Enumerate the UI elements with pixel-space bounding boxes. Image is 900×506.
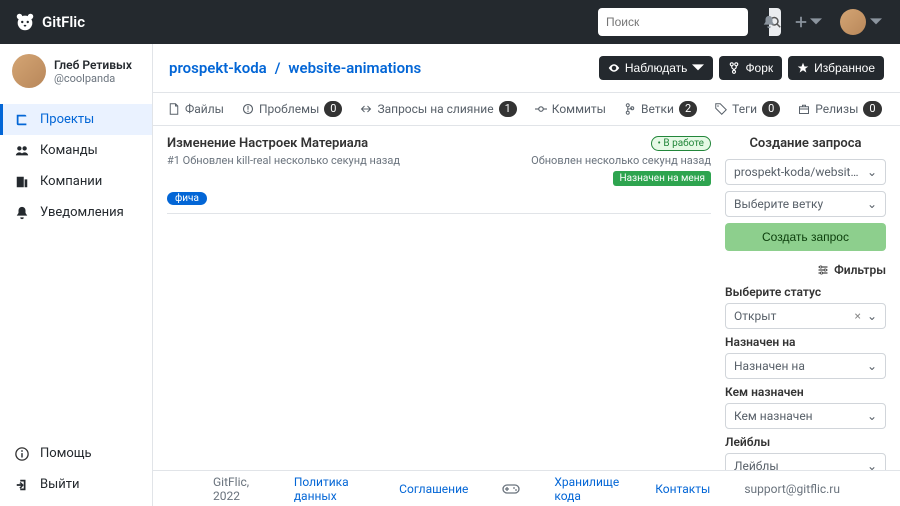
bear-icon	[14, 11, 36, 33]
tab-wiki[interactable]: Вики	[891, 93, 900, 125]
search-box	[598, 8, 748, 36]
create-request-button[interactable]: Создать запрос	[725, 223, 886, 251]
chevron-down-icon: ⌄	[867, 309, 877, 323]
issue-label: фича	[167, 192, 207, 205]
user-box[interactable]: Глеб Ретивых @coolpanda	[0, 44, 152, 98]
status-select[interactable]: Открыт×⌄	[725, 303, 886, 329]
footer: GitFlic, 2022 Политика данных Соглашение…	[153, 470, 900, 506]
clear-icon[interactable]: ×	[855, 309, 861, 323]
issue-updated: Обновлен несколько секунд назад	[531, 154, 711, 167]
sidebar: Глеб Ретивых @coolpanda Проекты Команды …	[0, 44, 153, 506]
chevron-down-icon: ⌄	[867, 165, 877, 179]
breadcrumb-separator: /	[275, 59, 281, 77]
tab-commits[interactable]: Коммиты	[526, 93, 615, 125]
chevron-down-icon: ⌄	[867, 359, 877, 373]
main-area: prospekt-koda / website-animations Наблю…	[153, 44, 900, 506]
issue-item[interactable]: Изменение Настроек Материала • В работе …	[167, 136, 711, 214]
breadcrumb-owner[interactable]: prospekt-koda	[169, 59, 267, 77]
repo-tabs: Файлы Проблемы0 Запросы на слияние1 Комм…	[153, 92, 900, 126]
tab-files[interactable]: Файлы	[159, 93, 233, 125]
book-icon	[14, 113, 30, 127]
sidebar-item-projects[interactable]: Проекты	[0, 104, 152, 135]
tab-branches[interactable]: Ветки2	[615, 93, 706, 125]
chevron-down-icon: ⌄	[867, 197, 877, 211]
status-badge: • В работе	[651, 136, 711, 151]
notifications-icon[interactable]	[758, 11, 780, 33]
assigned-to-select[interactable]: Назначен на⌄	[725, 353, 886, 379]
tab-releases[interactable]: Релизы0	[789, 93, 890, 125]
footer-support: support@gitflic.ru	[744, 482, 840, 496]
sidebar-item-label: Помощь	[40, 446, 92, 461]
tab-issues[interactable]: Проблемы0	[233, 93, 352, 125]
sidebar-item-logout[interactable]: Выйти	[0, 469, 152, 500]
assigned-to-label: Назначен на	[725, 335, 886, 349]
add-menu[interactable]	[790, 11, 826, 33]
sidebar-item-label: Проекты	[40, 112, 94, 127]
footer-copyright: GitFlic, 2022	[213, 475, 260, 503]
filter-icon	[817, 264, 829, 276]
sidebar-item-label: Выйти	[40, 477, 79, 492]
sidebar-item-companies[interactable]: Компании	[0, 166, 152, 197]
watch-button[interactable]: Наблюдать	[599, 56, 714, 80]
fork-icon	[728, 62, 740, 74]
footer-storage[interactable]: Хранилище кода	[554, 475, 621, 503]
issue-meta: #1 Обновлен kill-real несколько секунд н…	[167, 154, 400, 186]
chevron-down-icon	[692, 62, 704, 74]
brand-name: GitFlic	[42, 13, 85, 31]
sidebar-item-teams[interactable]: Команды	[0, 135, 152, 166]
avatar	[840, 9, 866, 35]
sidebar-item-help[interactable]: Помощь	[0, 438, 152, 469]
brand-logo[interactable]: GitFlic	[14, 11, 85, 33]
assigned-by-select[interactable]: Кем назначен⌄	[725, 403, 886, 429]
repo-header: prospekt-koda / website-animations Наблю…	[153, 44, 900, 92]
footer-policy[interactable]: Политика данных	[294, 475, 365, 503]
filters-heading: Фильтры	[725, 263, 886, 277]
user-menu[interactable]	[836, 5, 886, 39]
sidebar-item-label: Уведомления	[40, 205, 124, 220]
chevron-down-icon: ⌄	[867, 409, 877, 423]
star-button[interactable]: Избранное	[788, 56, 884, 80]
assigned-by-label: Кем назначен	[725, 385, 886, 399]
issue-list: Изменение Настроек Материала • В работе …	[153, 126, 725, 470]
eye-icon	[608, 62, 620, 74]
bell-icon	[14, 206, 30, 220]
building-icon	[14, 175, 30, 189]
labels-select[interactable]: Лейблы⌄	[725, 453, 886, 470]
exit-icon	[14, 478, 30, 492]
tab-merge-requests[interactable]: Запросы на слияние1	[351, 93, 525, 125]
issue-title: Изменение Настроек Материала	[167, 136, 641, 151]
sidebar-item-notifications[interactable]: Уведомления	[0, 197, 152, 228]
footer-contacts[interactable]: Контакты	[655, 482, 710, 496]
status-label: Выберите статус	[725, 285, 886, 299]
sidebar-item-label: Компании	[40, 174, 102, 189]
footer-agreement[interactable]: Соглашение	[399, 482, 468, 496]
info-icon	[14, 447, 30, 461]
team-icon	[14, 144, 30, 158]
chevron-down-icon: ⌄	[867, 459, 877, 470]
branch-select[interactable]: Выберите ветку⌄	[725, 191, 886, 217]
top-navbar: GitFlic	[0, 0, 900, 44]
user-name: Глеб Ретивых	[54, 58, 132, 72]
star-icon	[797, 62, 809, 74]
repo-select[interactable]: prospekt-koda/website-animations⌄	[725, 159, 886, 185]
sidebar-item-label: Команды	[40, 143, 98, 158]
create-request-title: Создание запроса	[725, 136, 886, 151]
gamepad-icon[interactable]	[502, 483, 520, 495]
labels-label: Лейблы	[725, 435, 886, 449]
user-handle: @coolpanda	[54, 72, 132, 85]
user-avatar	[12, 54, 46, 88]
assigned-badge: Назначен на меня	[613, 171, 711, 186]
tab-tags[interactable]: Теги0	[706, 93, 789, 125]
fork-button[interactable]: Форк	[719, 56, 782, 80]
right-panel: Создание запроса prospekt-koda/website-a…	[725, 126, 900, 470]
breadcrumb-repo[interactable]: website-animations	[288, 59, 421, 77]
search-input[interactable]	[598, 15, 769, 29]
